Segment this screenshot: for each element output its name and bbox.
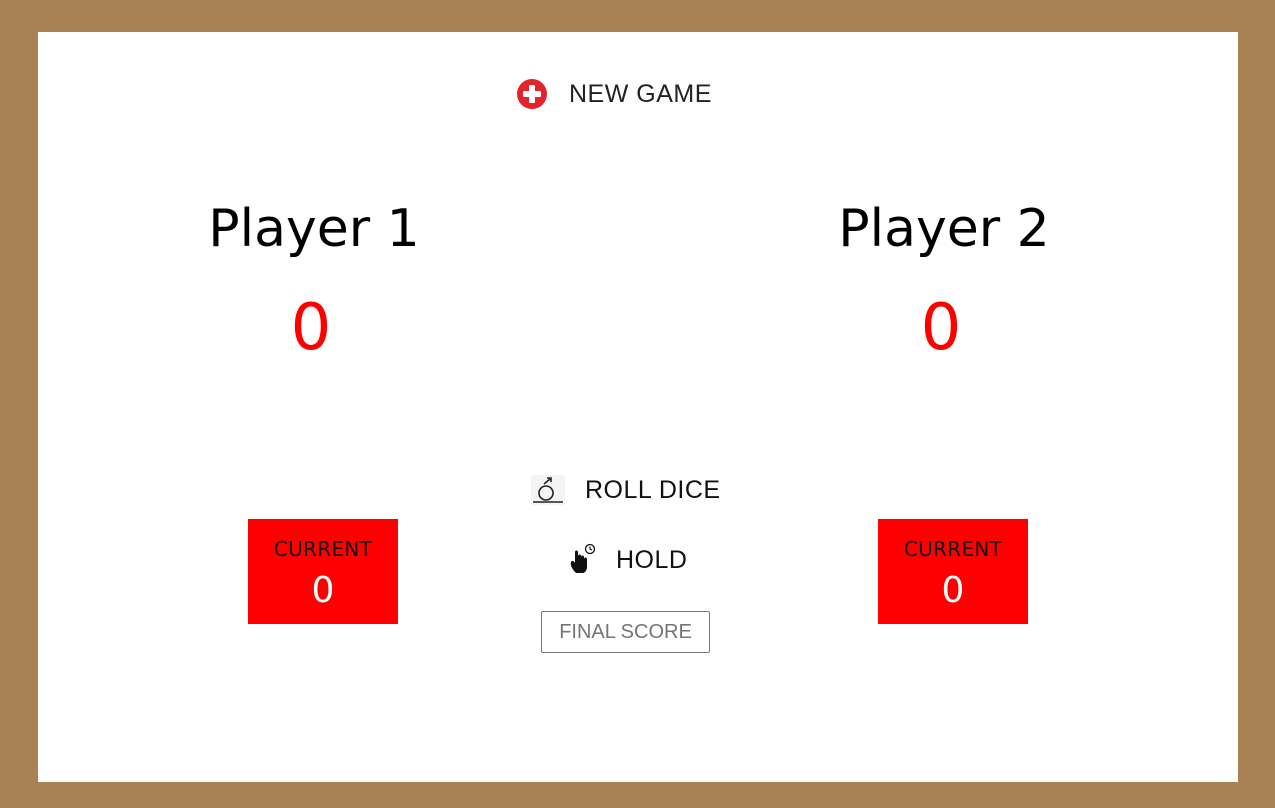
hand-pointer-icon [570, 543, 596, 573]
roll-dice-label: ROLL DICE [585, 475, 721, 504]
new-game-button[interactable]: NEW GAME [516, 76, 712, 112]
player-1-current-value: 0 [311, 570, 335, 611]
roll-dice-button[interactable]: ROLL DICE [531, 472, 721, 508]
player-2-current-label: CURRENT [903, 537, 1003, 561]
player-1-score: 0 [290, 291, 332, 365]
player-1-current-box: CURRENT 0 [248, 519, 398, 624]
player-1-current-label: CURRENT [273, 537, 373, 561]
dice-roll-icon [531, 475, 565, 505]
final-score-input[interactable] [541, 611, 710, 653]
new-game-label: NEW GAME [569, 79, 712, 108]
plus-circle-icon [517, 79, 547, 109]
player-2-current-box: CURRENT 0 [878, 519, 1028, 624]
player-1-name: Player 1 [208, 199, 420, 259]
hold-label: HOLD [616, 545, 688, 574]
player-2-name: Player 2 [838, 199, 1050, 259]
player-2-score: 0 [920, 291, 962, 365]
hold-button[interactable]: HOLD [564, 542, 687, 578]
player-2-current-value: 0 [941, 570, 965, 611]
game-panel: NEW GAME Player 1 0 Player 2 0 CURRENT 0… [38, 32, 1238, 782]
